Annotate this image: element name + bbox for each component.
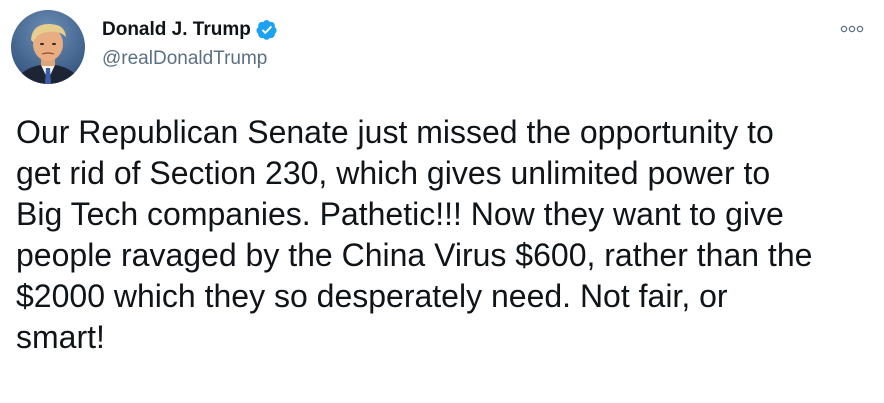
more-options-icon[interactable] xyxy=(840,22,864,36)
verified-badge-icon xyxy=(256,19,278,41)
name-row: Donald J. Trump xyxy=(102,17,278,43)
tweet-card: Donald J. Trump @realDonaldTrump Our Rep… xyxy=(0,0,884,403)
author-info: Donald J. Trump @realDonaldTrump xyxy=(102,17,278,70)
profile-photo-icon xyxy=(11,10,85,84)
tweet-text: Our Republican Senate just missed the op… xyxy=(16,114,813,355)
display-name[interactable]: Donald J. Trump xyxy=(102,19,251,41)
author-handle[interactable]: @realDonaldTrump xyxy=(102,48,278,70)
avatar[interactable] xyxy=(11,10,85,84)
